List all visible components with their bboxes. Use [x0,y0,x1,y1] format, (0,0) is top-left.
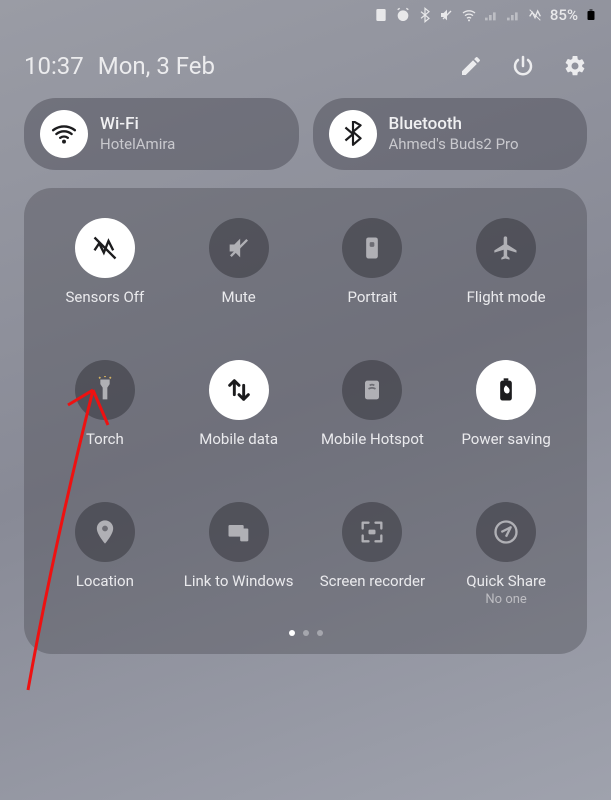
clock: 10:37 [24,52,84,80]
date: Mon, 3 Feb [98,52,459,80]
torch-tile[interactable]: Torch [42,360,168,466]
mobile-hotspot-tile[interactable]: Mobile Hotspot [310,360,436,466]
signal-2-icon [505,7,521,23]
signal-1-icon [483,7,499,23]
mute-tile[interactable]: Mute [176,218,302,324]
link-windows-icon [209,502,269,562]
status-bar: 85% [0,0,611,30]
wifi-status-icon [461,7,477,23]
connectivity-pills: Wi-Fi HotelAmira Bluetooth Ahmed's Buds2… [0,98,611,170]
mobile-data-tile[interactable]: Mobile data [176,360,302,466]
dot-1 [289,630,295,636]
bluetooth-pill[interactable]: Bluetooth Ahmed's Buds2 Pro [313,98,588,170]
power-icon[interactable] [511,54,535,78]
flight-mode-label: Flight mode [467,288,546,324]
link-windows-tile[interactable]: Link to Windows [176,502,302,608]
screen-recorder-label: Screen recorder [320,572,425,608]
sensors-off-icon [75,218,135,278]
quick-share-tile[interactable]: Quick Share No one [443,502,569,608]
portrait-tile[interactable]: Portrait [310,218,436,324]
mute-status-icon [439,7,455,23]
location-pin-icon [75,502,135,562]
portrait-icon [342,218,402,278]
portrait-label: Portrait [347,288,397,324]
dot-2 [303,630,309,636]
wifi-pill[interactable]: Wi-Fi HotelAmira [24,98,299,170]
battery-percent: 85% [550,6,578,24]
flashlight-icon [75,360,135,420]
link-windows-label: Link to Windows [184,572,294,608]
mute-label: Mute [222,288,256,324]
battery-icon [585,6,597,24]
location-tile[interactable]: Location [42,502,168,608]
quick-share-label: Quick Share No one [466,572,546,608]
status-icons [373,7,543,23]
quick-share-icon [476,502,536,562]
screen-recorder-icon [342,502,402,562]
wifi-subtitle: HotelAmira [100,135,175,154]
bluetooth-status-icon [417,7,433,23]
mobile-hotspot-label: Mobile Hotspot [321,430,424,466]
wifi-title: Wi-Fi [100,114,175,135]
wifi-icon [40,110,88,158]
mute-icon [209,218,269,278]
screen-recorder-tile[interactable]: Screen recorder [310,502,436,608]
sensors-status-icon [527,7,543,23]
airplane-icon [476,218,536,278]
sensors-off-tile[interactable]: Sensors Off [42,218,168,324]
header-row: 10:37 Mon, 3 Feb [0,30,611,98]
mobile-data-label: Mobile data [199,430,278,466]
bluetooth-title: Bluetooth [389,114,519,135]
location-label: Location [76,572,134,608]
bluetooth-icon [329,110,377,158]
bluetooth-subtitle: Ahmed's Buds2 Pro [389,135,519,154]
sensors-off-label: Sensors Off [66,288,145,324]
quick-settings-panel: Sensors Off Mute Portrait Flight mode To… [24,188,587,654]
alarm-icon [395,7,411,23]
data-arrows-icon [209,360,269,420]
settings-icon[interactable] [563,54,587,78]
hotspot-icon [342,360,402,420]
leaf-battery-icon [476,360,536,420]
edit-icon[interactable] [459,54,483,78]
quick-share-sub: No one [466,592,546,608]
dot-3 [317,630,323,636]
torch-label: Torch [86,430,124,466]
power-saving-label: Power saving [461,430,550,466]
battery-info-icon [373,7,389,23]
power-saving-tile[interactable]: Power saving [443,360,569,466]
flight-mode-tile[interactable]: Flight mode [443,218,569,324]
page-dots[interactable] [42,630,569,636]
